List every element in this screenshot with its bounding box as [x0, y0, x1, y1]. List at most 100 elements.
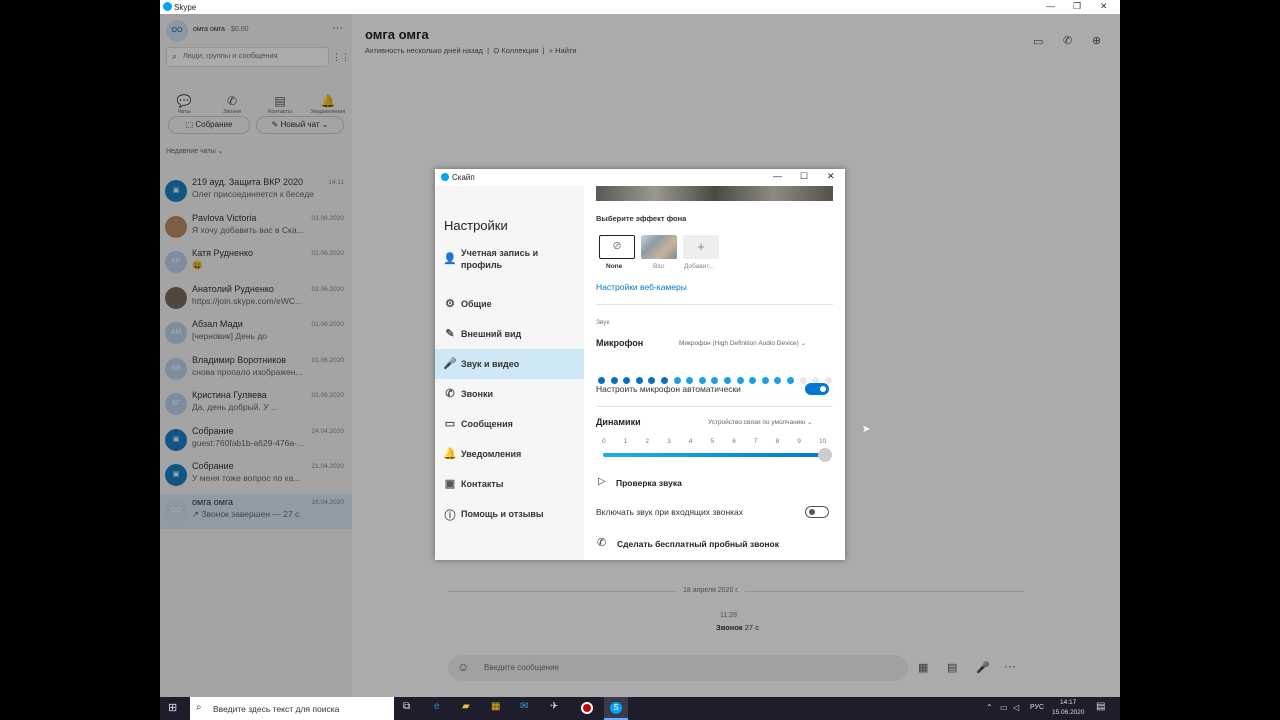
maximize-button[interactable]: ❐ — [1073, 1, 1081, 12]
mic-level-dot — [799, 377, 807, 384]
chevron-down-icon: ⌄ — [807, 419, 813, 426]
search-icon: ⌕ — [196, 702, 202, 713]
taskbar: ⊞ ⌕ Введите здесь текст для поиска ⧉ e ▰… — [160, 697, 1120, 720]
notifications-icon[interactable]: ▤ — [1096, 701, 1105, 712]
settings-nav-item[interactable]: ✎ Внешний вид — [435, 319, 584, 349]
windows-start-icon[interactable]: ⊞ — [168, 701, 177, 714]
dialog-maximize-button[interactable]: ☐ — [800, 171, 808, 182]
sound-test-button[interactable]: Проверка звука — [616, 478, 682, 488]
volume-scale-label: 7 — [753, 438, 758, 445]
mail-icon[interactable]: ✉ — [520, 701, 528, 712]
volume-scale-label: 1 — [623, 438, 628, 445]
settings-nav: Настройки 👤 Учетная запись и профиль ⚙ Общие… — [435, 186, 584, 560]
record-icon[interactable] — [581, 702, 593, 714]
volume-slider[interactable] — [603, 448, 832, 462]
settings-nav-item[interactable]: 👤 Учетная запись и профиль — [435, 244, 584, 284]
mic-level-dot — [724, 377, 731, 384]
mic-device-select[interactable]: Микрофон (High Definition Audio Device) … — [679, 339, 806, 347]
dialog-close-button[interactable]: ✕ — [827, 171, 835, 182]
settings-nav-icon: ▭ — [444, 418, 456, 430]
add-effect-button[interactable]: + — [683, 235, 719, 259]
task-view-icon[interactable]: ⧉ — [403, 701, 410, 712]
mic-level-dot — [598, 377, 605, 384]
settings-nav-icon: ⓘ — [444, 510, 456, 522]
volume-fill — [603, 453, 825, 457]
no-effect-icon: ⊘ — [612, 240, 622, 252]
auto-mic-label: Настроить микрофон автоматически — [596, 384, 741, 394]
effect-none-button[interactable]: ⊘ — [599, 235, 635, 259]
ring-label: Включать звук при входящих звонках — [596, 507, 744, 517]
ring-toggle[interactable] — [805, 506, 829, 518]
settings-nav-item[interactable]: 🎤 Звук и видео — [435, 349, 584, 379]
app-icon[interactable]: ✈ — [550, 701, 558, 712]
settings-nav-item[interactable]: ✆ Звонки — [435, 379, 584, 409]
dialog-minimize-button[interactable]: — — [773, 171, 782, 181]
volume-scale-label: 9 — [797, 438, 801, 445]
speaker-label: Динамики — [596, 417, 641, 427]
volume-scale-label: 5 — [710, 438, 715, 445]
mic-level-dot — [774, 377, 782, 384]
skype-taskbar-button[interactable]: S — [604, 697, 628, 720]
settings-nav-label: Общие — [461, 299, 492, 309]
play-icon[interactable]: ▷ — [598, 476, 606, 487]
settings-nav-item[interactable]: ⚙ Общие — [435, 289, 584, 319]
divider — [596, 406, 833, 407]
minimize-button[interactable]: — — [1046, 1, 1055, 11]
ring-toggle-knob — [809, 508, 815, 515]
settings-nav-icon: 👤 — [443, 253, 457, 265]
edge-icon[interactable]: e — [434, 701, 440, 712]
settings-nav-item[interactable]: ▭ Сообщения — [435, 409, 584, 439]
settings-nav-label: Звонки — [461, 389, 494, 399]
taskbar-search[interactable]: ⌕ Введите здесь текст для поиска — [190, 697, 394, 720]
settings-nav-icon: ✎ — [445, 328, 455, 340]
network-icon[interactable]: ▭ — [1000, 703, 1008, 712]
phone-icon: ✆ — [597, 537, 607, 549]
volume-scale-label: 0 — [602, 438, 606, 445]
plus-icon: + — [697, 239, 705, 254]
settings-nav-icon: 🔔 — [443, 448, 457, 460]
auto-mic-toggle[interactable] — [805, 383, 829, 395]
settings-nav-icon: 🎤 — [443, 358, 457, 370]
mic-level-dot — [698, 377, 706, 384]
divider — [596, 304, 833, 305]
mic-level-dot — [635, 377, 643, 384]
mic-level-dot — [610, 377, 618, 384]
mic-level-dot — [749, 377, 757, 384]
clock-time[interactable]: 14:17 — [1060, 699, 1076, 706]
speaker-device-value: Устройство связи по умолчанию — [708, 419, 806, 426]
mic-label: Микрофон — [596, 338, 644, 348]
settings-nav-label: Помощь и отзывы — [461, 509, 544, 519]
store-icon[interactable]: ▦ — [491, 701, 500, 712]
settings-nav-item[interactable]: ⓘ Помощь и отзывы — [435, 499, 584, 529]
mic-level-dot — [787, 377, 794, 384]
camera-preview — [596, 186, 833, 201]
settings-nav-item[interactable]: ▣ Контакты — [435, 469, 584, 499]
dialog-title: Скайп — [452, 173, 475, 182]
mic-level-dot — [736, 377, 744, 384]
auto-mic-toggle-knob — [820, 386, 826, 392]
settings-nav-icon: ▣ — [444, 478, 456, 490]
dialog-title-bar: Скайп — ☐ ✕ — [435, 169, 845, 185]
chevron-up-icon[interactable]: ⌃ — [986, 703, 993, 712]
settings-nav-icon: ⚙ — [445, 298, 455, 310]
bg-effect-label: Выберите эффект фона — [596, 214, 687, 223]
settings-nav-item[interactable]: 🔔 Уведомления — [435, 439, 584, 469]
mic-level-dot — [661, 377, 668, 384]
close-button[interactable]: ✕ — [1100, 1, 1108, 12]
mic-level-dot — [648, 377, 656, 384]
test-call-button[interactable]: Сделать бесплатный пробный звонок — [617, 539, 779, 549]
title-bar: Skype — ❐ ✕ — [160, 0, 1120, 14]
volume-scale-label: 10 — [819, 438, 827, 445]
audio-section-label: Звук — [596, 319, 610, 326]
speaker-device-select[interactable]: Устройство связи по умолчанию ⌄ — [708, 418, 812, 426]
language-indicator[interactable]: РУС — [1030, 704, 1044, 711]
webcam-settings-link[interactable]: Настройки веб-камеры — [596, 282, 687, 292]
volume-scale-label: 3 — [667, 438, 671, 445]
effect-blur-label: Blur — [653, 263, 665, 270]
mic-level-dot — [686, 377, 694, 384]
file-explorer-icon[interactable]: ▰ — [462, 701, 470, 712]
effect-blur-button[interactable] — [641, 235, 677, 259]
clock-date[interactable]: 15.06.2020 — [1052, 709, 1085, 716]
volume-slider-handle[interactable] — [818, 448, 832, 462]
volume-icon[interactable]: ◁ — [1013, 703, 1019, 712]
